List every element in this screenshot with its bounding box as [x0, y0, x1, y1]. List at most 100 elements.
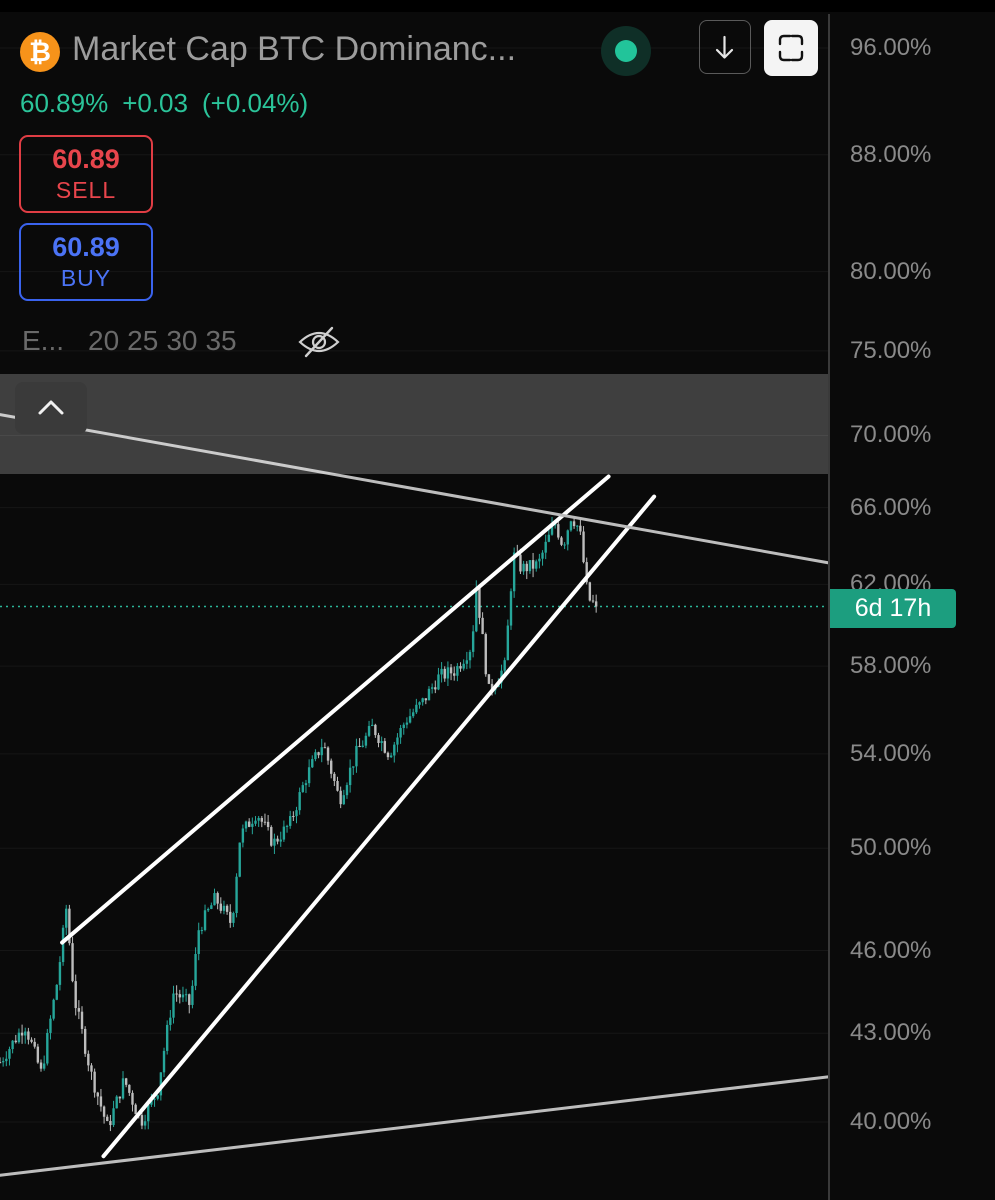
price-axis-label: 66.00% — [850, 493, 932, 521]
candle-countdown-badge: 6d 17h — [830, 589, 956, 628]
candle — [14, 1034, 17, 1044]
candle-body — [487, 674, 491, 684]
candle-body — [566, 530, 569, 545]
candle — [541, 550, 544, 566]
candle-body — [83, 1028, 87, 1054]
candle-body — [399, 728, 402, 738]
last-price: 60.89% — [20, 88, 109, 118]
candle — [273, 833, 276, 855]
candle — [270, 825, 273, 847]
collapse-legend-button[interactable] — [15, 382, 87, 434]
candle-body — [544, 541, 547, 553]
candle-series — [0, 516, 598, 1132]
candle — [415, 698, 418, 715]
candle-body — [358, 745, 361, 747]
candle — [377, 732, 380, 748]
candle-body — [415, 704, 418, 713]
candle — [386, 751, 390, 760]
candle-body — [71, 943, 74, 982]
candle — [326, 746, 330, 765]
candle — [311, 755, 314, 769]
candle — [24, 1027, 27, 1044]
symbol-title[interactable]: Market Cap BTC Dominanc... — [72, 30, 516, 69]
candle-body — [525, 563, 528, 572]
candle — [0, 1057, 2, 1064]
candle-body — [90, 1065, 93, 1072]
candle — [49, 1015, 52, 1040]
candle — [30, 1037, 33, 1044]
candle — [260, 815, 264, 828]
candle-body — [330, 760, 333, 774]
candle — [484, 632, 487, 677]
candle — [206, 907, 210, 912]
candle-body — [0, 1062, 2, 1064]
candle-body — [339, 790, 342, 805]
candle-body — [421, 698, 424, 703]
eye-off-icon[interactable] — [296, 322, 342, 362]
candle-body — [427, 688, 431, 701]
candle-body — [49, 1018, 52, 1033]
candle-body — [317, 752, 320, 756]
candle-body — [210, 905, 213, 909]
candle — [399, 724, 402, 744]
candle-body — [232, 913, 235, 923]
candle — [557, 521, 560, 540]
candle — [478, 587, 481, 625]
candle — [371, 718, 374, 727]
candle-body — [87, 1053, 90, 1066]
buy-button[interactable]: 60.89 BUY — [19, 223, 153, 301]
candle-body — [273, 838, 276, 846]
candle-body — [14, 1040, 17, 1043]
candle — [427, 686, 431, 701]
candle-body — [27, 1031, 30, 1040]
candle — [374, 723, 377, 738]
candle — [109, 1114, 112, 1132]
sell-button[interactable]: 60.89 SELL — [19, 135, 153, 213]
candle — [358, 738, 361, 748]
candle-body — [74, 981, 77, 1009]
candle — [301, 781, 305, 793]
candle-body — [288, 816, 292, 826]
candle-body — [408, 716, 412, 723]
candle — [39, 1059, 43, 1072]
price-axis-label: 54.00% — [850, 739, 932, 767]
price-axis-label: 96.00% — [850, 34, 932, 61]
candle-body — [247, 821, 251, 827]
candle-body — [143, 1121, 147, 1126]
candle-body — [270, 827, 273, 846]
candle-body — [24, 1031, 27, 1036]
candle — [430, 683, 434, 694]
candle-body — [535, 561, 538, 569]
candle — [191, 980, 194, 1009]
chevron-up-icon — [38, 400, 64, 415]
candle — [58, 956, 62, 991]
candle-body — [538, 558, 541, 562]
bitcoin-icon: ₿ — [20, 32, 60, 72]
candle-body — [582, 531, 585, 563]
buy-label: BUY — [60, 265, 112, 291]
candle-body — [367, 726, 371, 736]
candle — [576, 525, 579, 532]
candle — [314, 749, 317, 762]
candle — [566, 529, 569, 551]
indicator-legend[interactable]: E... 20 25 30 35 — [22, 325, 245, 357]
candle — [339, 786, 342, 809]
candle-body — [99, 1096, 103, 1107]
candle-body — [106, 1116, 109, 1122]
candle — [380, 736, 383, 752]
download-button[interactable] — [699, 20, 751, 74]
candle — [298, 787, 301, 815]
candle — [535, 559, 538, 572]
candle — [251, 817, 254, 835]
candle — [295, 806, 298, 824]
candle-body — [254, 820, 257, 824]
candle-body — [481, 617, 484, 635]
candle — [96, 1091, 99, 1105]
fullscreen-button[interactable] — [764, 20, 818, 76]
candle — [216, 891, 219, 910]
trendline-channel-lower — [101, 494, 657, 1159]
candle — [184, 988, 188, 1002]
candle-body — [594, 601, 598, 607]
candle-body — [342, 795, 346, 805]
market-status-indicator[interactable] — [601, 26, 651, 76]
